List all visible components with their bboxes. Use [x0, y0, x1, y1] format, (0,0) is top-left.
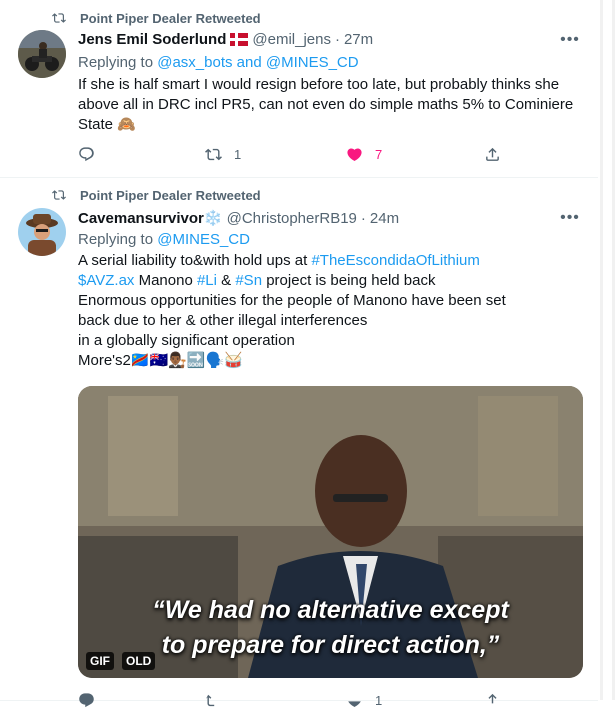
hashtag-link[interactable]: #TheEscondidaOfLithium	[311, 252, 479, 269]
author-name[interactable]: Jens Emil Soderlund	[78, 31, 226, 48]
replying-to-link[interactable]: @asx_bots and @MINES_CD	[157, 54, 358, 71]
separator-dot: ·	[334, 31, 340, 48]
replying-to-prefix: Replying to	[78, 54, 154, 71]
retweet-count: 1	[234, 147, 242, 162]
denmark-flag-icon	[230, 33, 249, 46]
tweet-text: If she is half smart I would resign befo…	[78, 76, 574, 133]
tweet-time[interactable]: 24m	[370, 210, 399, 227]
more-icon[interactable]: •••	[560, 208, 580, 228]
heart-icon	[348, 701, 361, 707]
heart-icon	[347, 148, 362, 161]
text-segment: in a globally significant operation	[78, 332, 295, 349]
retweet-icon	[205, 148, 222, 161]
replying-to-prefix: Replying to	[78, 231, 154, 248]
reply-icon	[79, 147, 94, 162]
text-segment: A serial liability to&with hold ups at	[78, 252, 312, 269]
tweet-text: A serial liability to&with hold ups at #…	[78, 251, 508, 371]
snowflake-icon: ❄️	[203, 210, 223, 227]
text-segment: More's2🇨🇩🇦🇺👨🏾‍⚖️🔜🗣️🥁	[78, 352, 243, 369]
share-icon	[488, 693, 497, 704]
retweet-button[interactable]	[205, 692, 222, 709]
gif-badge: GIF	[86, 652, 114, 670]
replying-to: Replying to @asx_bots and @MINES_CD	[78, 54, 359, 71]
like-count: 1	[375, 693, 383, 708]
like-button[interactable]: 1	[346, 692, 382, 709]
text-segment: Manono	[134, 272, 197, 289]
share-button[interactable]	[484, 692, 501, 709]
text-segment: &	[217, 272, 236, 289]
author-handle[interactable]: @ChristopherRB19	[227, 210, 357, 227]
scrollbar-thumb[interactable]	[603, 0, 612, 700]
author-name[interactable]: Cavemansurvivor	[78, 210, 204, 227]
avatar-image	[18, 208, 66, 256]
tweet-time[interactable]: 27m	[344, 31, 373, 48]
gif-caption-line1: “We had no alternative except	[152, 596, 509, 624]
reply-button[interactable]	[78, 692, 95, 709]
avatar-image	[18, 30, 66, 78]
tweet-header: Cavemansurvivor ❄️ @ChristopherRB19 · 24…	[78, 209, 399, 228]
tweet[interactable]: Point Piper Dealer Retweeted Jens Emil S…	[0, 0, 598, 178]
retweet-context-label: Point Piper Dealer Retweeted	[80, 187, 261, 203]
gif-media[interactable]: “We had no alternative except to prepare…	[78, 386, 583, 678]
retweet-icon	[52, 13, 66, 23]
separator-dot: ·	[360, 209, 366, 227]
hashtag-link[interactable]: #Li	[197, 272, 217, 289]
more-icon[interactable]: •••	[560, 30, 580, 50]
reply-icon	[79, 693, 94, 708]
like-count: 7	[375, 147, 383, 162]
old-badge: OLD	[122, 652, 156, 670]
retweet-context: Point Piper Dealer Retweeted	[52, 10, 261, 26]
retweet-icon	[206, 694, 215, 707]
replying-to-link[interactable]: @MINES_CD	[157, 231, 250, 248]
share-button[interactable]	[484, 146, 501, 163]
tweet-header: Jens Emil Soderlund @emil_jens · 27m	[78, 31, 373, 48]
share-icon	[486, 147, 499, 161]
author-handle[interactable]: @emil_jens	[252, 31, 331, 48]
avatar[interactable]	[18, 208, 66, 256]
like-button[interactable]: 7	[346, 146, 382, 163]
cashtag-link[interactable]: $AVZ.ax	[78, 272, 134, 289]
avatar[interactable]	[18, 30, 66, 78]
tweet-actions: 1 7	[78, 146, 501, 166]
retweet-context-label: Point Piper Dealer Retweeted	[80, 10, 261, 26]
scrollbar[interactable]	[600, 0, 615, 700]
retweet-button[interactable]: 1	[205, 146, 241, 163]
reply-button[interactable]	[78, 146, 95, 163]
tweet-actions: 1	[78, 692, 498, 712]
hashtag-link[interactable]: #Sn	[235, 272, 262, 289]
retweet-icon	[52, 190, 66, 200]
tweet[interactable]: Point Piper Dealer Retweeted Cavemansurv…	[0, 178, 598, 708]
retweet-context: Point Piper Dealer Retweeted	[52, 187, 261, 203]
replying-to: Replying to @MINES_CD	[78, 231, 250, 248]
